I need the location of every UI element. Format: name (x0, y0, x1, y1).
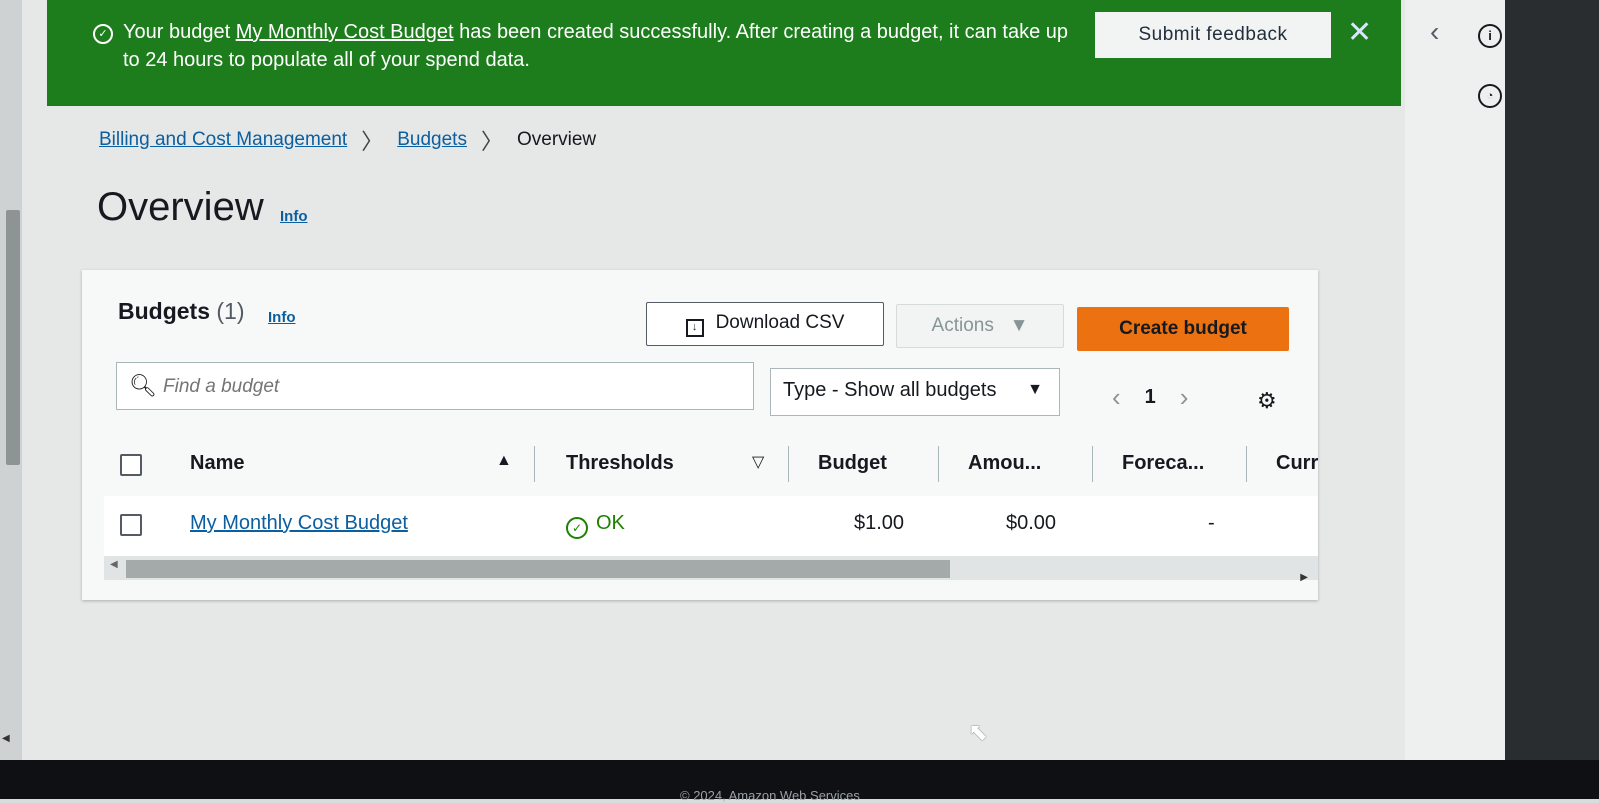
table-row: My Monthly Cost Budget ✓ OK $1.00 $0.00 - (104, 496, 1318, 556)
horizontal-scrollbar-thumb[interactable] (126, 560, 950, 578)
threshold-status-text: OK (596, 512, 625, 534)
type-filter-select[interactable]: Type - Show all budgets ▼ (770, 368, 1060, 416)
previous-page-icon[interactable]: ‹ (1112, 382, 1121, 413)
find-budget-search: 🔍︎ (116, 362, 754, 410)
flash-message: Your budget My Monthly Cost Budget has b… (123, 18, 1083, 74)
column-divider[interactable] (1246, 446, 1247, 482)
mouse-cursor-icon: ⬉ (968, 719, 989, 746)
left-scroll-rail[interactable]: ◀ (0, 0, 22, 760)
submit-feedback-button[interactable]: Submit feedback (1095, 12, 1331, 58)
download-csv-label: Download CSV (715, 311, 845, 333)
caret-down-icon: ▼ (1027, 381, 1043, 398)
amount-value: $0.00 (1006, 512, 1057, 534)
pagination: ‹ 1 › (1112, 382, 1188, 413)
panel-info-link[interactable]: Info (268, 309, 296, 326)
panel-title: Budgets (118, 298, 210, 324)
close-icon[interactable]: ✕ (1347, 18, 1372, 48)
vertical-scrollbar-thumb[interactable] (6, 210, 20, 465)
main-content: ✓ Your budget My Monthly Cost Budget has… (22, 0, 1405, 760)
flash-budget-link[interactable]: My Monthly Cost Budget (236, 21, 454, 43)
horizontal-scrollbar[interactable]: ◀ ▶ (104, 556, 1318, 583)
create-budget-button[interactable]: Create budget (1077, 307, 1289, 351)
search-icon: 🔍︎ (129, 373, 157, 398)
breadcrumb-current: Overview (516, 129, 597, 150)
help-side-panel (1405, 0, 1505, 760)
info-icon[interactable]: i (1478, 24, 1502, 48)
table-header: Name ▲ Thresholds ▽ Budget Amou... Forec… (104, 438, 1318, 496)
actions-dropdown-button[interactable]: Actions ▼ (896, 304, 1064, 348)
page-title: Overview (97, 185, 264, 229)
column-divider[interactable] (938, 446, 939, 482)
type-filter-value: Type - Show all budgets (783, 379, 997, 401)
column-divider[interactable] (1092, 446, 1093, 482)
success-flash-banner: ✓ Your budget My Monthly Cost Budget has… (47, 0, 1401, 106)
column-header-current[interactable]: Curr (1276, 452, 1318, 475)
column-header-thresholds[interactable]: Thresholds (566, 452, 674, 475)
budgets-panel: Budgets (1) Info ↓ Download CSV Actions ▼… (82, 270, 1318, 600)
budget-count: (1) (216, 298, 245, 324)
next-page-icon[interactable]: › (1180, 382, 1189, 413)
breadcrumb: Billing and Cost Management 〉 Budgets 〉 … (99, 124, 596, 156)
column-header-amount[interactable]: Amou... (968, 452, 1041, 475)
forecast-value: - (1208, 512, 1215, 534)
ok-status-icon: ✓ (566, 517, 588, 539)
scroll-right-icon[interactable]: ▶ (1300, 572, 1308, 583)
scroll-left-icon[interactable]: ◀ (110, 559, 118, 570)
column-divider[interactable] (788, 446, 789, 482)
actions-label: Actions (931, 315, 994, 336)
flash-message-prefix: Your budget (123, 21, 236, 43)
chevron-right-icon: 〉 (361, 129, 384, 154)
footer-copyright: © 2024, Amazon Web Services (680, 788, 860, 803)
column-divider[interactable] (534, 446, 535, 482)
sort-ascending-icon[interactable]: ▲ (496, 452, 512, 470)
window-edge (1505, 0, 1599, 760)
select-all-checkbox[interactable] (120, 454, 142, 476)
download-csv-button[interactable]: ↓ Download CSV (646, 302, 884, 346)
chevron-right-icon: 〉 (480, 129, 503, 154)
settings-gear-icon[interactable]: ⚙ (1257, 388, 1277, 414)
scroll-down-arrow-icon[interactable]: ◀ (2, 733, 10, 744)
threshold-status: ✓ OK (566, 512, 625, 539)
page-info-link[interactable]: Info (280, 208, 308, 225)
row-checkbox[interactable] (120, 514, 142, 536)
breadcrumb-billing[interactable]: Billing and Cost Management (99, 129, 347, 151)
column-header-budget[interactable]: Budget (818, 452, 887, 475)
budget-value: $1.00 (854, 512, 905, 534)
caret-down-icon: ▼ (999, 315, 1029, 336)
search-input[interactable] (161, 371, 745, 403)
collapse-panel-icon[interactable]: ‹ (1430, 16, 1439, 48)
column-header-forecast[interactable]: Foreca... (1122, 452, 1204, 475)
sort-descending-icon[interactable]: ▽ (752, 452, 764, 472)
current-page-number[interactable]: 1 (1145, 386, 1156, 409)
notifications-icon[interactable]: ◔ (1478, 84, 1502, 108)
budgets-panel-header: Budgets (1) (118, 298, 245, 325)
budget-name-link[interactable]: My Monthly Cost Budget (190, 512, 408, 535)
download-icon: ↓ (685, 318, 704, 337)
check-circle-icon: ✓ (93, 24, 113, 44)
column-header-name[interactable]: Name (190, 452, 244, 475)
breadcrumb-budgets[interactable]: Budgets (397, 129, 467, 151)
